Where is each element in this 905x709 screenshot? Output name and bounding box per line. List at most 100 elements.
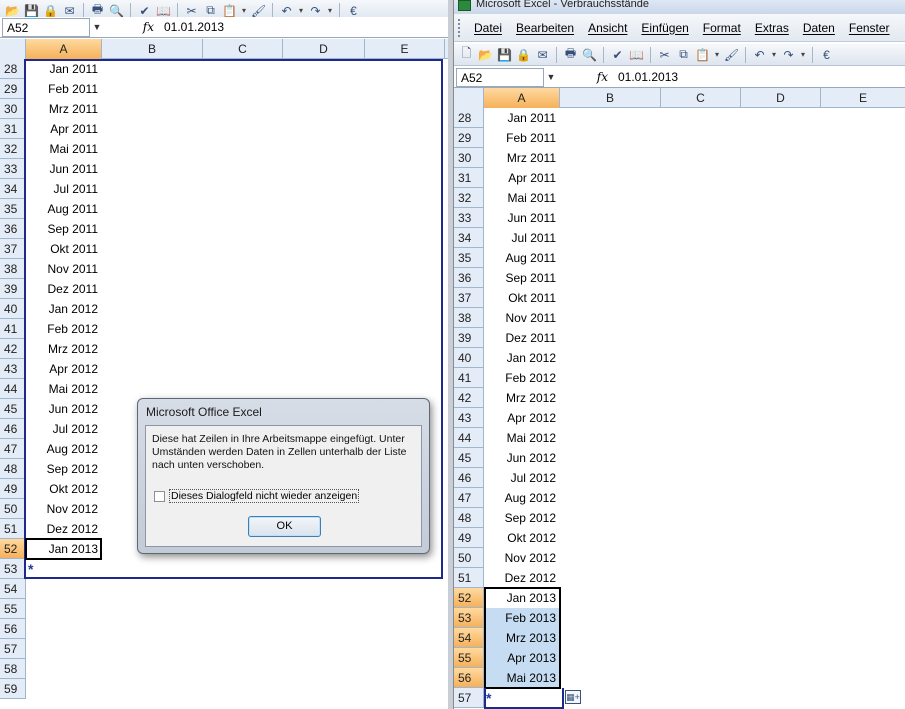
cell-a[interactable]: Sep 2011 [26, 219, 102, 239]
row-header[interactable]: 55 [0, 599, 26, 619]
cell-a[interactable]: Aug 2011 [484, 248, 560, 268]
row-header[interactable]: 57 [454, 688, 484, 708]
left-name-box[interactable]: A52 [2, 17, 90, 37]
ok-button[interactable]: OK [248, 516, 321, 537]
cell-a[interactable]: Jun 2011 [484, 208, 560, 228]
row-header[interactable]: 28 [0, 59, 26, 79]
row-header[interactable]: 49 [0, 479, 26, 499]
row-header[interactable]: 43 [454, 408, 484, 428]
row-header[interactable]: 56 [0, 619, 26, 639]
row-header[interactable]: 46 [454, 468, 484, 488]
cell-a[interactable]: Mai 2012 [484, 428, 560, 448]
row-header[interactable]: 35 [0, 199, 26, 219]
cell-a[interactable]: Mai 2011 [26, 139, 102, 159]
undo-dropdown-icon[interactable]: ▾ [297, 6, 305, 15]
spelling-icon[interactable]: ✔ [609, 47, 626, 63]
row-header[interactable]: 34 [0, 179, 26, 199]
cell-a[interactable]: Dez 2011 [26, 279, 102, 299]
copy-icon[interactable]: ⧉ [675, 47, 692, 63]
row-header[interactable]: 41 [0, 319, 26, 339]
row-header[interactable]: 39 [454, 328, 484, 348]
row-header[interactable]: 55 [454, 648, 484, 668]
row-header[interactable]: 52 [0, 539, 26, 559]
dont-show-again-row[interactable]: Dieses Dialogfeld nicht wieder anzeigen [154, 489, 360, 503]
fx-icon[interactable]: fx [558, 70, 614, 84]
row-header[interactable]: 32 [0, 139, 26, 159]
cell-a[interactable]: Aug 2012 [26, 439, 102, 459]
row-header[interactable]: 42 [454, 388, 484, 408]
open-icon[interactable]: 📂 [477, 47, 494, 63]
cell-a[interactable]: Mai 2011 [484, 188, 560, 208]
row-header[interactable]: 40 [454, 348, 484, 368]
row-header[interactable]: 34 [454, 228, 484, 248]
row-header[interactable]: 37 [0, 239, 26, 259]
column-header-e[interactable]: E [365, 39, 445, 59]
column-header-a[interactable]: A [484, 88, 560, 108]
column-header-b[interactable]: B [102, 39, 203, 59]
euro-icon[interactable]: € [818, 47, 835, 63]
row-header[interactable]: 47 [0, 439, 26, 459]
menu-ansicht[interactable]: Ansicht [582, 21, 635, 35]
cell-a[interactable]: Aug 2011 [26, 199, 102, 219]
cell-a[interactable] [26, 599, 102, 619]
dont-show-again-label[interactable]: Dieses Dialogfeld nicht wieder anzeigen [169, 489, 360, 503]
row-header[interactable]: 54 [454, 628, 484, 648]
row-header[interactable]: 52 [454, 588, 484, 608]
cell-a[interactable]: Jan 2011 [26, 59, 102, 79]
name-box-dropdown-icon[interactable]: ▼ [90, 22, 104, 32]
format-painter-icon[interactable]: 🖌 [723, 47, 740, 63]
row-header[interactable]: 53 [0, 559, 26, 579]
cell-a[interactable]: Feb 2011 [484, 128, 560, 148]
cell-a[interactable]: Jan 2012 [484, 348, 560, 368]
cell-a[interactable]: Jul 2012 [484, 468, 560, 488]
undo-icon[interactable]: ↶ [751, 47, 768, 63]
row-header[interactable]: 28 [454, 108, 484, 128]
column-header-d[interactable]: D [741, 88, 821, 108]
cell-a[interactable]: Okt 2011 [484, 288, 560, 308]
paste-icon[interactable]: 📋 [694, 47, 711, 63]
cell-a[interactable]: Nov 2011 [26, 259, 102, 279]
row-header[interactable]: 36 [454, 268, 484, 288]
cell-a[interactable]: Mrz 2011 [26, 99, 102, 119]
cell-a[interactable]: Apr 2012 [484, 408, 560, 428]
cell-a[interactable]: Mrz 2011 [484, 148, 560, 168]
dont-show-again-checkbox[interactable] [154, 490, 165, 502]
cell-a[interactable]: Jan 2013 [26, 539, 102, 559]
new-icon[interactable]: 🗋 [458, 46, 475, 63]
cell-a[interactable]: Okt 2012 [26, 479, 102, 499]
row-header[interactable]: 46 [0, 419, 26, 439]
cell-a[interactable]: Mai 2012 [26, 379, 102, 399]
menu-extras[interactable]: Extras [749, 21, 797, 35]
column-header-c[interactable]: C [661, 88, 741, 108]
cut-icon[interactable]: ✂ [656, 47, 673, 63]
row-header[interactable]: 50 [454, 548, 484, 568]
row-header[interactable]: 49 [454, 528, 484, 548]
save-icon[interactable]: 💾 [496, 47, 513, 63]
cell-a[interactable]: Nov 2012 [484, 548, 560, 568]
row-header[interactable]: 53 [454, 608, 484, 628]
cell-a[interactable]: Aug 2012 [484, 488, 560, 508]
research-icon[interactable]: 📖 [628, 47, 645, 63]
cell-a[interactable]: Jun 2011 [26, 159, 102, 179]
cell-a[interactable]: Jul 2011 [484, 228, 560, 248]
left-formula-input[interactable] [160, 17, 448, 37]
cell-a[interactable]: Sep 2012 [484, 508, 560, 528]
redo-icon[interactable]: ↷ [780, 47, 797, 63]
row-header[interactable]: 29 [454, 128, 484, 148]
cell-a[interactable]: Dez 2011 [484, 328, 560, 348]
row-header[interactable]: 44 [0, 379, 26, 399]
row-header[interactable]: 42 [0, 339, 26, 359]
column-header-e[interactable]: E [821, 88, 905, 108]
cell-a[interactable]: Feb 2012 [26, 319, 102, 339]
row-header[interactable]: 44 [454, 428, 484, 448]
row-header[interactable]: 41 [454, 368, 484, 388]
cell-a[interactable] [26, 659, 102, 679]
cell-a[interactable]: Feb 2013 [484, 608, 560, 628]
cell-a[interactable]: Jan 2011 [484, 108, 560, 128]
cell-a[interactable]: Jun 2012 [484, 448, 560, 468]
cell-a[interactable]: Mrz 2013 [484, 628, 560, 648]
menu-grip-icon[interactable] [458, 18, 462, 37]
menu-datei[interactable]: Datei [468, 21, 510, 35]
column-header-a[interactable]: A [26, 39, 102, 59]
cell-a[interactable]: Mrz 2012 [484, 388, 560, 408]
